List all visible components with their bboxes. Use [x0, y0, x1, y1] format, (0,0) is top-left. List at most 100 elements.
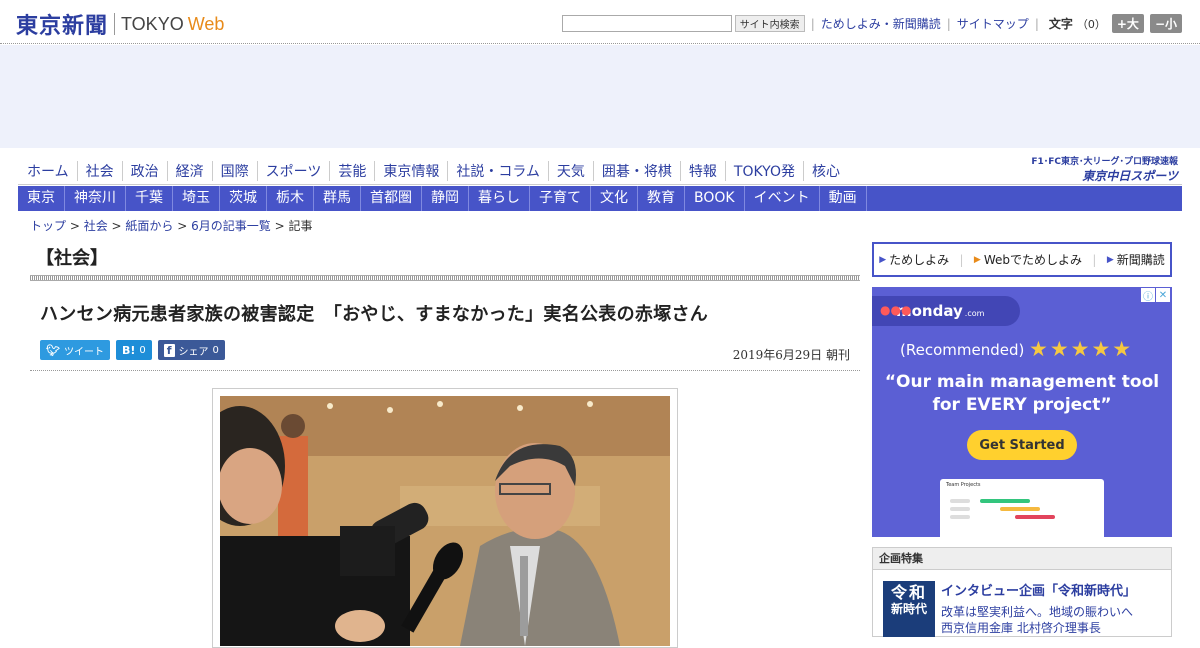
promo-trial-link[interactable]: ▶ ためしよみ [879, 251, 949, 268]
article-photo-frame [212, 388, 678, 648]
promo-web-trial-link[interactable]: ▶ Webでためしよみ [974, 251, 1082, 268]
nav-item-entertainment[interactable]: 芸能 [329, 161, 374, 181]
subscription-promo: ▶ ためしよみ | ▶ Webでためしよみ | ▶ 新聞購読 [872, 242, 1172, 277]
nav-item-special-report[interactable]: 特報 [679, 161, 725, 181]
feature-thumb-line-1: 令和 [890, 583, 927, 602]
ad-rating-stars: ★★★★★ [1029, 337, 1134, 361]
subnav-item-tokyo[interactable]: 東京 [18, 186, 65, 211]
monday-ad[interactable]: ⓘ ✕ ●●● monday .com (Recommended) ★★★★★ “… [872, 287, 1172, 537]
ad-info-icon[interactable]: ⓘ [1141, 288, 1155, 303]
subnav-item-parenting[interactable]: 子育て [530, 186, 591, 211]
monday-logo-icon: ●●● [880, 303, 912, 317]
sitemap-link[interactable]: サイトマップ [957, 15, 1029, 32]
divider: | [959, 252, 964, 267]
subnav-item-metro[interactable]: 首都圏 [361, 186, 422, 211]
divider: | [810, 16, 815, 31]
subnav-item-video[interactable]: 動画 [820, 186, 867, 211]
facebook-share-count: 0 [212, 344, 219, 356]
promo-web-trial-label: Webでためしよみ [983, 253, 1083, 267]
promo-trial-label: ためしよみ [889, 253, 950, 267]
ad-recommended: (Recommended) [900, 341, 1025, 359]
breadcrumb-link-month[interactable]: 6月の記事一覧 [191, 219, 271, 233]
font-larger-button[interactable]: +大 [1111, 14, 1144, 33]
feature-title-link[interactable]: インタビュー企画「令和新時代」 [941, 580, 1136, 599]
logo-tokyo-text: TOKYO [121, 13, 184, 34]
global-nav: ホーム 社会 政治 経済 国際 スポーツ 芸能 東京情報 社説・コラム 天気 囲… [18, 158, 848, 184]
breadcrumb: トップ > 社会 > 紙面から > 6月の記事一覧 > 記事 [30, 219, 313, 233]
nav-item-society[interactable]: 社会 [76, 161, 122, 181]
breadcrumb-link-top[interactable]: トップ [30, 219, 66, 233]
hatena-bookmark-button[interactable]: B! 0 [115, 340, 152, 360]
ad-mock-bar [1015, 515, 1055, 519]
nav-item-tokyo-hatsu[interactable]: TOKYO発 [724, 161, 803, 181]
nav-item-home[interactable]: ホーム [18, 161, 77, 181]
ad-mock-bar [950, 515, 970, 519]
article-photo[interactable] [220, 396, 670, 646]
share-buttons: 🐦︎ ツイート B! 0 f シェア 0 [40, 340, 231, 360]
nav-item-politics[interactable]: 政治 [121, 161, 167, 181]
divider: | [1092, 252, 1097, 267]
regional-nav: 東京 神奈川 千葉 埼玉 茨城 栃木 群馬 首都圏 静岡 暮らし 子育て 文化 … [18, 186, 1182, 211]
subnav-item-shizuoka[interactable]: 静岡 [422, 186, 469, 211]
subnav-item-tochigi[interactable]: 栃木 [267, 186, 314, 211]
feature-box: 企画特集 令和 新時代 インタビュー企画「令和新時代」 改革は堅実利益へ。地域の… [872, 547, 1172, 637]
chunichi-sports-subtitle: F1･FC東京･大リーグ･プロ野球速報 [1031, 157, 1178, 167]
site-search-input[interactable] [561, 15, 732, 32]
chunichi-sports-banner[interactable]: F1･FC東京･大リーグ･プロ野球速報 東京中日スポーツ [1031, 154, 1178, 184]
facebook-share-button[interactable]: f シェア 0 [157, 340, 225, 360]
subnav-item-ibaraki[interactable]: 茨城 [220, 186, 267, 211]
subnav-item-gunma[interactable]: 群馬 [314, 186, 361, 211]
nav-item-tokyo-info[interactable]: 東京情報 [374, 161, 447, 181]
subnav-item-living[interactable]: 暮らし [469, 186, 530, 211]
photo-illustration [220, 396, 670, 646]
ad-headline-line-1: “Our main management tool [884, 372, 1160, 392]
subnav-item-kanagawa[interactable]: 神奈川 [65, 186, 126, 211]
subnav-item-event[interactable]: イベント [745, 186, 820, 211]
ad-headline-line-2: for EVERY project” [932, 395, 1112, 415]
publish-date: 2019年6月29日 朝刊 [732, 348, 850, 362]
hatena-bookmark-icon: B! [121, 343, 136, 357]
arrow-right-icon: ▶ [973, 254, 981, 265]
site-logo[interactable]: 東京新聞 TOKYO Web [16, 8, 224, 40]
promo-subscribe-link[interactable]: ▶ 新聞購読 [1107, 251, 1165, 268]
ad-mock-bar [950, 499, 970, 503]
feature-thumbnail[interactable]: 令和 新時代 [883, 581, 935, 637]
ad-headline: “Our main management tool for EVERY proj… [872, 371, 1172, 417]
site-search-button[interactable]: サイト内検索 [734, 15, 805, 32]
font-size-count: （0） [1076, 17, 1106, 31]
nav-item-editorial[interactable]: 社説・コラム [447, 161, 548, 181]
hatena-count: 0 [139, 344, 146, 356]
breadcrumb-link-print[interactable]: 紙面から [125, 219, 173, 233]
article-headline: ハンセン病元患者家族の被害認定 「おやじ、すまなかった」実名公表の赤塚さん [40, 304, 709, 325]
feature-description: 改革は堅実利益へ。地域の賑わいへ 西京信用金庫 北村啓介理事長 [941, 604, 1133, 636]
tweet-label: ツイート [63, 346, 104, 358]
ad-mock-bar [950, 507, 970, 511]
nav-item-core[interactable]: 核心 [802, 161, 848, 181]
ad-choices[interactable]: ⓘ ✕ [1140, 288, 1170, 303]
subnav-item-saitama[interactable]: 埼玉 [173, 186, 220, 211]
trial-subscribe-link[interactable]: ためしよみ・新聞購読 [821, 15, 941, 32]
nav-item-international[interactable]: 国際 [211, 161, 257, 181]
font-smaller-button[interactable]: −小 [1149, 14, 1182, 33]
breadcrumb-current: 記事 [288, 219, 313, 233]
nav-item-go-shogi[interactable]: 囲碁・将棋 [592, 161, 680, 181]
ad-mock-bar [1000, 507, 1040, 511]
nav-item-weather[interactable]: 天気 [547, 161, 593, 181]
nav-item-economy[interactable]: 経済 [166, 161, 212, 181]
nav-item-sports[interactable]: スポーツ [256, 161, 330, 181]
divider: | [1034, 16, 1039, 31]
subnav-item-culture[interactable]: 文化 [591, 186, 638, 211]
logo-divider [114, 13, 116, 35]
feature-thumb-line-2: 新時代 [890, 602, 927, 616]
subnav-item-chiba[interactable]: 千葉 [126, 186, 173, 211]
twitter-bird-icon: 🐦︎ [46, 343, 60, 357]
nav-divider [18, 184, 1182, 185]
top-ad-banner-area [0, 45, 1200, 148]
breadcrumb-link-society[interactable]: 社会 [84, 219, 108, 233]
ad-get-started-button[interactable]: Get Started [967, 430, 1077, 460]
ad-close-icon[interactable]: ✕ [1156, 288, 1170, 302]
header-tools: サイト内検索 | ためしよみ・新聞購読 | サイトマップ | 文字 （0） +大… [561, 14, 1182, 33]
subnav-item-book[interactable]: BOOK [685, 186, 745, 211]
subnav-item-education[interactable]: 教育 [638, 186, 685, 211]
tweet-button[interactable]: 🐦︎ ツイート [40, 340, 110, 360]
